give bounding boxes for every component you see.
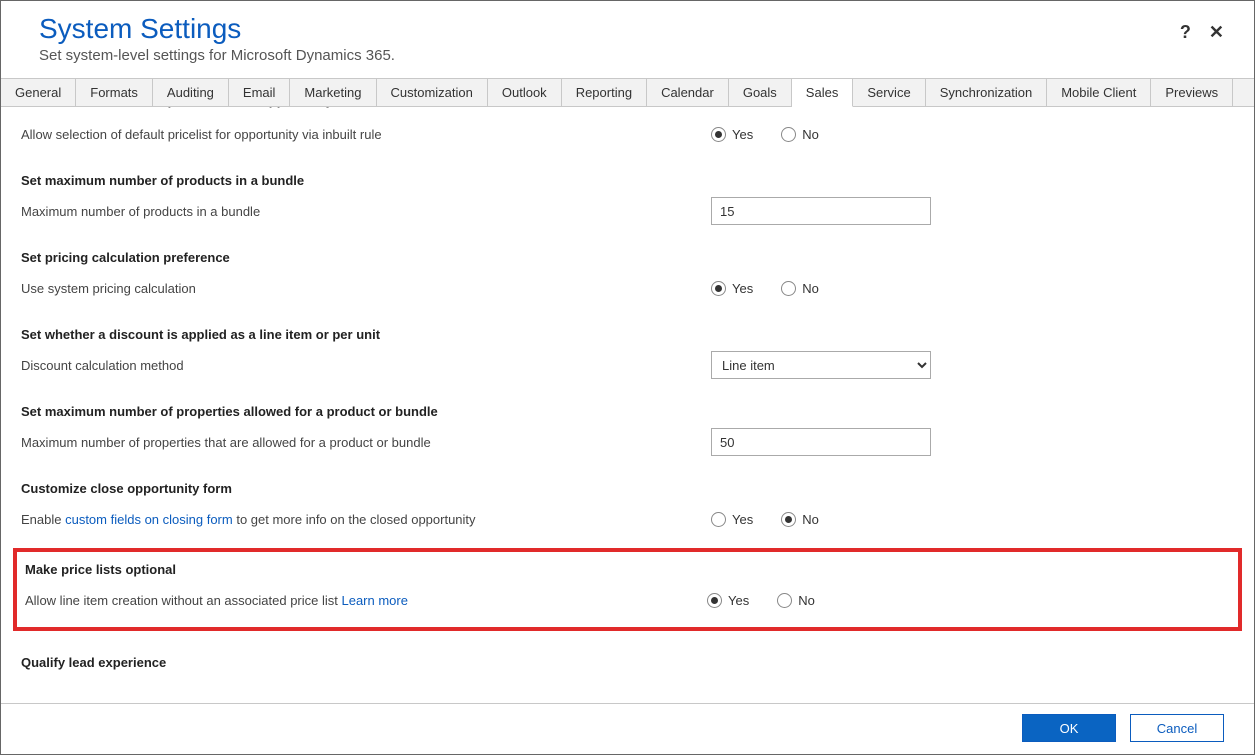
radio-close-opp-yes[interactable]: Yes [711,512,753,527]
tab-previews[interactable]: Previews [1151,79,1233,106]
select-discount-method[interactable]: Line item [711,351,931,379]
tab-bar: General Formats Auditing Email Marketing… [1,78,1254,107]
tab-marketing[interactable]: Marketing [290,79,376,106]
radio-icon [781,127,796,142]
radio-pricing-pref-no[interactable]: No [781,281,819,296]
ok-button[interactable]: OK [1022,714,1116,742]
radio-icon [711,127,726,142]
radio-icon [781,512,796,527]
input-max-props[interactable] [711,428,931,456]
input-max-bundle[interactable] [711,197,931,225]
scroll-filler [21,678,1234,703]
radio-price-lists-no[interactable]: No [777,593,815,608]
section-pricing-pref-heading: Set pricing calculation preference [21,250,1234,265]
radio-icon [711,512,726,527]
radio-label: No [802,512,819,527]
text-prefix: Enable [21,512,65,527]
radio-icon [777,593,792,608]
radio-price-lists-yes[interactable]: Yes [707,593,749,608]
radio-label: Yes [732,281,753,296]
content-scroll-area[interactable]: Set whether the default pricelist for an… [1,107,1254,703]
radio-label: Yes [732,512,753,527]
label-max-props: Maximum number of properties that are al… [21,435,711,450]
tab-customization[interactable]: Customization [377,79,488,106]
section-default-pricelist-heading: Set whether the default pricelist for an… [21,107,1234,111]
tab-synchronization[interactable]: Synchronization [926,79,1048,106]
tab-outlook[interactable]: Outlook [488,79,562,106]
radio-label: Yes [728,593,749,608]
dialog-footer: OK Cancel [1,703,1254,754]
system-settings-dialog: System Settings Set system-level setting… [0,0,1255,755]
radio-default-pricelist-no[interactable]: No [781,127,819,142]
tab-general[interactable]: General [1,79,76,106]
label-price-lists: Allow line item creation without an asso… [25,593,707,608]
radio-close-opp-no[interactable]: No [781,512,819,527]
label-close-opp: Enable custom fields on closing form to … [21,512,711,527]
header-icons: ? ✕ [1180,23,1224,41]
tab-reporting[interactable]: Reporting [562,79,647,106]
tab-formats[interactable]: Formats [76,79,153,106]
text-prefix: Allow line item creation without an asso… [25,593,341,608]
radio-icon [711,281,726,296]
tab-sales[interactable]: Sales [792,79,854,107]
section-max-bundle-heading: Set maximum number of products in a bund… [21,173,1234,188]
dialog-subtitle: Set system-level settings for Microsoft … [39,47,1230,64]
dialog-title: System Settings [39,13,1230,45]
text-suffix: to get more info on the closed opportuni… [233,512,476,527]
radio-label: No [802,281,819,296]
radio-pricing-pref-yes[interactable]: Yes [711,281,753,296]
tab-email[interactable]: Email [229,79,291,106]
sales-settings-content: Set whether the default pricelist for an… [1,107,1254,703]
close-icon[interactable]: ✕ [1209,23,1224,41]
section-max-props-heading: Set maximum number of properties allowed… [21,404,1234,419]
tab-goals[interactable]: Goals [729,79,792,106]
radio-label: Yes [732,127,753,142]
radio-label: No [802,127,819,142]
tab-mobile-client[interactable]: Mobile Client [1047,79,1151,106]
radio-label: No [798,593,815,608]
section-close-opp-heading: Customize close opportunity form [21,481,1234,496]
control-default-pricelist: Yes No [711,127,819,142]
radio-icon [781,281,796,296]
link-custom-fields-closing-form[interactable]: custom fields on closing form [65,512,233,527]
help-icon[interactable]: ? [1180,23,1191,41]
row-max-bundle: Maximum number of products in a bundle [21,196,1234,226]
tab-auditing[interactable]: Auditing [153,79,229,106]
radio-default-pricelist-yes[interactable]: Yes [711,127,753,142]
row-discount: Discount calculation method Line item [21,350,1234,380]
tab-calendar[interactable]: Calendar [647,79,729,106]
section-discount-heading: Set whether a discount is applied as a l… [21,327,1234,342]
row-price-lists: Allow line item creation without an asso… [25,585,1230,615]
row-max-props: Maximum number of properties that are al… [21,427,1234,457]
row-default-pricelist: Allow selection of default pricelist for… [21,119,1234,149]
label-discount: Discount calculation method [21,358,711,373]
label-pricing-pref: Use system pricing calculation [21,281,711,296]
dialog-header: System Settings Set system-level setting… [1,1,1254,78]
section-price-lists-heading: Make price lists optional [25,562,1230,577]
label-max-bundle: Maximum number of products in a bundle [21,204,711,219]
highlight-price-lists-optional: Make price lists optional Allow line ite… [13,548,1242,631]
label-default-pricelist: Allow selection of default pricelist for… [21,127,711,142]
cancel-button[interactable]: Cancel [1130,714,1224,742]
row-pricing-pref: Use system pricing calculation Yes No [21,273,1234,303]
row-close-opp: Enable custom fields on closing form to … [21,504,1234,534]
tab-service[interactable]: Service [853,79,925,106]
radio-icon [707,593,722,608]
section-qualify-lead-heading: Qualify lead experience [21,655,1234,670]
link-learn-more-price-lists[interactable]: Learn more [341,593,407,608]
